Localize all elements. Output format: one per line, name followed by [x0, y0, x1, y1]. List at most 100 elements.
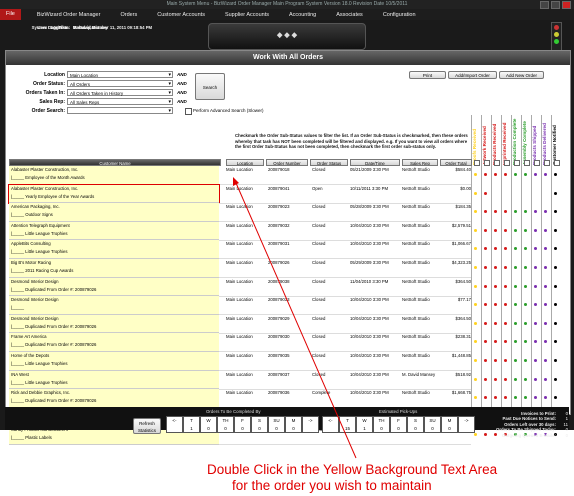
substatus-indicator-icon	[504, 359, 507, 362]
location-cell: Main Location	[226, 390, 253, 396]
customer-name-cell[interactable]: INA West |_____ Little League Trophies	[9, 370, 219, 390]
menu-item-accounting[interactable]: Accounting	[279, 12, 326, 18]
taken-filter[interactable]: All Orders Taken in History	[67, 89, 173, 97]
customer-name-cell[interactable]: Alabaster Plaster Construction, Inc. |___…	[8, 183, 220, 205]
table-row[interactable]: Attention Telegraph Equipment |_____ Litt…	[9, 221, 567, 241]
customer-name-cell[interactable]: Frame Art America |_____ Duplicated From …	[9, 333, 219, 352]
col-order-status[interactable]: Order Status	[310, 159, 348, 166]
completed-by-label: Orders To Be Completed By	[206, 409, 261, 414]
day-label: <-	[328, 418, 333, 423]
menu-item-file[interactable]: File	[0, 9, 21, 20]
add-new-order-button[interactable]: Add New Order	[499, 71, 544, 79]
status-filter[interactable]: All Orders	[67, 80, 173, 88]
substatus-indicator-icon	[514, 396, 517, 400]
completed-by-grid: <- T 1 W 0 TH 0 F 0 S 0 SU 0 M 0 ->	[166, 416, 319, 433]
table-row[interactable]: Frame Art America |_____ Duplicated From …	[9, 333, 567, 353]
location-cell: Main Location	[226, 315, 253, 321]
substatus-indicator-icon	[534, 284, 537, 288]
substatus-indicator-icon	[514, 359, 517, 362]
day-label: S	[413, 418, 417, 423]
customer-name-cell[interactable]: AppleBits Consulting |_____ Little League…	[9, 240, 219, 259]
menu-item-bizwizard-order-manager[interactable]: BizWizard Order Manager	[27, 12, 111, 18]
customer-name-cell[interactable]: Alabaster Plaster Construction, Inc. |___…	[9, 166, 219, 185]
day-label: ->	[308, 418, 313, 423]
refresh-statistics-button[interactable]: Refresh Statistics	[133, 418, 161, 434]
sales-rep-cell: NetSoft Studio	[402, 260, 430, 265]
minimize-icon[interactable]	[540, 1, 549, 9]
col-order-number[interactable]: Order Number	[266, 159, 308, 166]
substatus-indicator-icon	[534, 173, 537, 176]
day-cell[interactable]: <-	[322, 416, 339, 433]
print-button[interactable]: Print	[409, 71, 446, 79]
customer-name-cell[interactable]: Desmond Interior Design |_____ Duplicated…	[9, 314, 219, 334]
day-count: 0	[275, 426, 278, 431]
table-row[interactable]: Big B's Motor Racing |_____ 2011 Racing C…	[9, 259, 567, 278]
table-row[interactable]: INA West |_____ Little League Trophies Mai…	[9, 370, 567, 390]
substatus-indicator-icon	[484, 210, 487, 214]
substatus-indicator-icon	[494, 377, 497, 381]
table-row[interactable]: Alabaster Plaster Construction, Inc. |___…	[8, 183, 567, 205]
table-row[interactable]: Desmond Interior Design |_____ Duplicated…	[9, 277, 567, 297]
table-row[interactable]: Alabaster Plaster Construction, Inc. |___…	[9, 166, 567, 185]
substatus-indicator-icon	[504, 377, 507, 381]
day-cell[interactable]: ->	[302, 416, 319, 433]
location-cell: Main Location	[226, 334, 253, 340]
substatus-indicator-icon	[504, 284, 507, 288]
maximize-icon[interactable]	[551, 1, 560, 9]
status-light-icon	[551, 22, 562, 52]
substatus-indicator-icon	[494, 266, 497, 269]
customer-name-cell[interactable]: American Packaging, Inc. |_____ Outdoor S…	[9, 203, 219, 222]
customer-name-cell[interactable]: Home of the Depots |_____ Little League T…	[9, 352, 219, 371]
order-status-cell: Closed	[312, 260, 326, 265]
order-description: |_____ Little League Trophies	[11, 379, 68, 385]
substatus-indicator-icon	[554, 210, 557, 214]
col-sales-rep[interactable]: Sales Rep	[402, 159, 438, 166]
day-cell[interactable]: <-	[166, 416, 183, 433]
customer-name-cell[interactable]: Desmond Interior Design |_____ Duplicated…	[9, 277, 219, 297]
search-button[interactable]: Search	[195, 73, 225, 100]
substatus-indicator-icon	[504, 303, 507, 307]
substatus-indicator-icon	[494, 284, 497, 288]
table-row[interactable]: AppleBits Consulting |_____ Little League…	[9, 240, 567, 260]
order-search-input[interactable]	[67, 107, 173, 115]
menu-item-supplier-accounts[interactable]: Supplier Accounts	[215, 12, 279, 18]
substatus-indicator-icon	[534, 228, 537, 232]
customer-name: Attention Telegraph Equipment	[11, 222, 70, 228]
close-icon[interactable]	[562, 1, 571, 9]
menu-item-customer-accounts[interactable]: Customer Accounts	[147, 12, 215, 18]
main-panel: Work With All Orders Location Main Locat…	[5, 50, 571, 446]
datetime-cell: 05/21/2009 3:30 PM	[350, 167, 389, 172]
add-import-order-button[interactable]: Add/Import Order	[448, 71, 497, 79]
col-location[interactable]: Location	[226, 159, 264, 166]
table-row[interactable]: Rick and Debbie Graphics, Inc. |_____ Dup…	[9, 389, 567, 409]
col-customer-name[interactable]: Customer Name	[9, 159, 221, 166]
sales-rep-cell: NetSoft Studio	[402, 204, 430, 210]
table-row[interactable]: Home of the Depots |_____ Little League T…	[9, 352, 567, 371]
table-row[interactable]: Desmond Interior Design |_____ Duplicated…	[9, 314, 567, 334]
order-status-cell: Closed	[312, 315, 326, 321]
col-order-total[interactable]: Order Total	[440, 159, 472, 166]
menu-item-configuration[interactable]: Configuration	[373, 12, 426, 18]
day-label: F	[241, 418, 244, 423]
customer-name-cell[interactable]: Attention Telegraph Equipment |_____ Litt…	[9, 221, 219, 241]
customer-name-cell[interactable]: Rick and Debbie Graphics, Inc. |_____ Dup…	[9, 389, 219, 408]
col-datetime[interactable]: Date/Time	[350, 159, 400, 166]
customer-name-cell[interactable]: Big B's Motor Racing |_____ 2011 Racing C…	[9, 259, 219, 278]
order-status-cell: Closed	[312, 167, 326, 172]
menu-item-associates[interactable]: Associates	[326, 12, 373, 18]
location-cell: Main Location	[226, 167, 253, 172]
menu-item-orders[interactable]: Orders	[110, 12, 147, 18]
table-row[interactable]: Desmond Interior Design |_____ Main Locati…	[9, 296, 567, 316]
location-filter[interactable]: Main Location	[67, 71, 173, 79]
substatus-indicator-icon	[544, 321, 547, 325]
table-row[interactable]: American Packaging, Inc. |_____ Outdoor S…	[9, 203, 567, 223]
rep-filter[interactable]: All Sales Reps	[67, 98, 173, 106]
day-label: S	[257, 418, 261, 423]
substatus-customer-notified[interactable]: Customer Notified	[552, 115, 562, 165]
substatus-indicator-icon	[534, 321, 537, 325]
substatus-indicator-icon	[504, 228, 507, 232]
datetime-cell: 10/04/2010 3:30 PM	[350, 315, 389, 321]
customer-name-cell[interactable]: Desmond Interior Design |_____	[9, 296, 219, 315]
sales-rep-cell: NetSoft Studio	[402, 353, 430, 358]
advanced-search-checkbox[interactable]	[185, 108, 192, 115]
